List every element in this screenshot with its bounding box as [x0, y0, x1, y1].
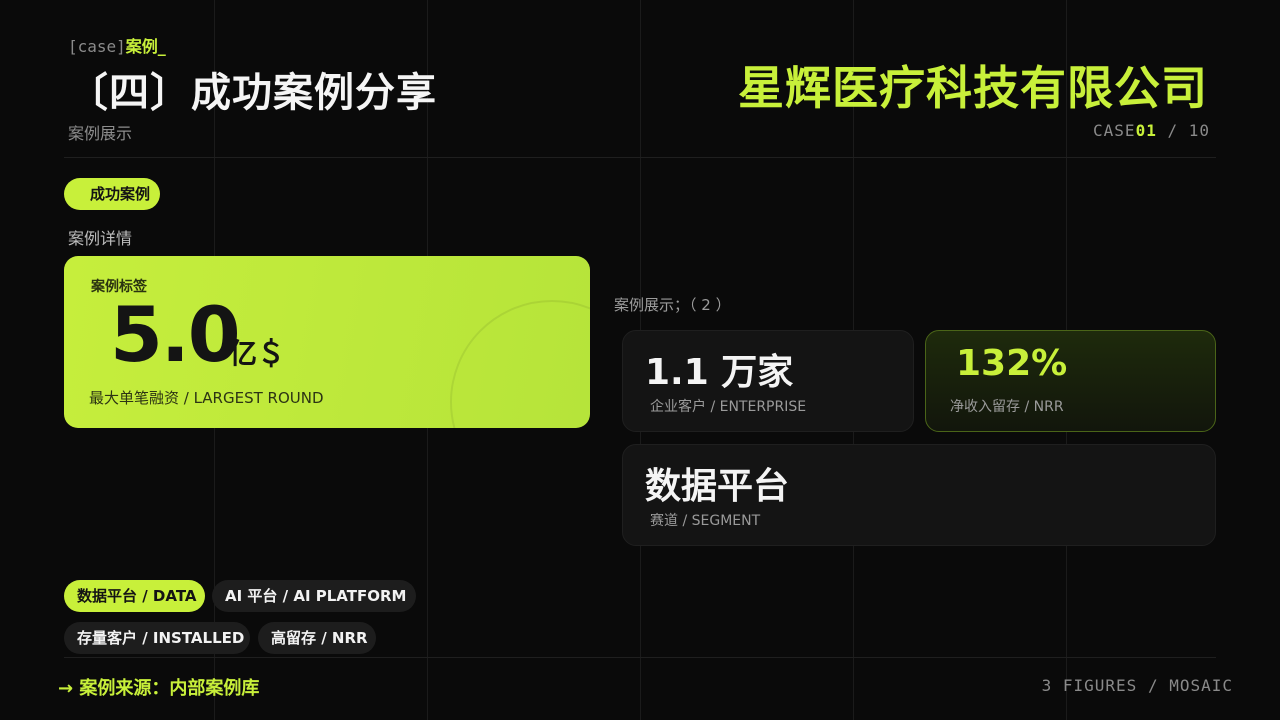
eyebrow: [case]案例_: [68, 33, 166, 57]
metric-caption: 企业客户 / ENTERPRISE: [650, 399, 807, 415]
tag-chip-nrr: 高留存 / NRR: [258, 622, 376, 654]
tag-chip-ai-platform: AI 平台 / AI PLATFORM: [212, 580, 416, 612]
eyebrow-accent: 案例_: [125, 37, 166, 56]
metric-caption: 赛道 / SEGMENT: [650, 513, 761, 529]
success-case-badge: 成功案例: [64, 178, 160, 210]
header-divider: [64, 157, 1216, 158]
footer-divider: [64, 657, 1216, 658]
metric-card-nrr: 132% 净收入留存 / NRR: [925, 330, 1216, 432]
metric-value: 数据平台: [645, 466, 790, 507]
showcase-label: 案例展示；（ 2 ）: [614, 296, 731, 314]
detail-label: 案例详情: [68, 229, 133, 248]
tag-chip-installed: 存量客户 / INSTALLED: [64, 622, 250, 654]
hero-caption: 最大单笔融资 / LARGEST ROUND: [89, 389, 324, 407]
eyebrow-tag: [case]: [68, 37, 126, 56]
counter-current: 01: [1135, 121, 1157, 140]
tag-chip-data: 数据平台 / DATA: [64, 580, 205, 612]
case-source: → 案例来源：内部案例库: [58, 678, 260, 699]
company-name: 星辉医疗科技有限公司: [738, 61, 1208, 115]
metric-value: 132%: [956, 343, 1068, 384]
page-title: 〔四〕成功案例分享: [68, 70, 437, 116]
metric-card-enterprise: 1.1 万家 企业客户 / ENTERPRISE: [622, 330, 914, 432]
page-subtitle: 案例展示: [68, 124, 133, 143]
metric-card-segment: 数据平台 赛道 / SEGMENT: [622, 444, 1216, 546]
metric-caption: 净收入留存 / NRR: [950, 399, 1064, 415]
case-counter: CASE01 / 10: [1093, 121, 1210, 140]
figures-label: 3 FIGURES / MOSAIC: [1041, 676, 1233, 695]
metric-value: 1.1 万家: [645, 352, 794, 393]
hero-card: 案例标签 5.0 亿＄ 最大单笔融资 / LARGEST ROUND: [64, 256, 590, 428]
decorative-circle: [450, 300, 590, 428]
counter-total: / 10: [1156, 121, 1210, 140]
hero-value: 5.0: [110, 290, 241, 379]
hero-unit: 亿＄: [229, 337, 286, 370]
counter-prefix: CASE: [1093, 121, 1136, 140]
